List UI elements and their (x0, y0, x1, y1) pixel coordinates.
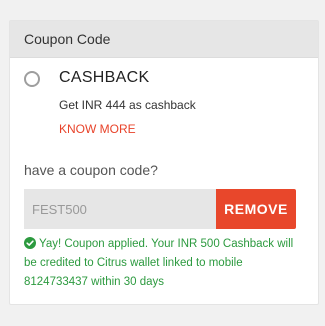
coupon-code-input[interactable] (24, 189, 216, 229)
cashback-description: Get INR 444 as cashback (59, 98, 196, 112)
coupon-prompt: have a coupon code? (24, 162, 158, 178)
radio-unselected-icon[interactable] (24, 71, 40, 87)
check-circle-icon (24, 237, 36, 249)
success-text: Yay! Coupon applied. Your INR 500 Cashba… (24, 238, 294, 288)
panel-title: Coupon Code (24, 31, 111, 47)
know-more-link[interactable]: KNOW MORE (59, 122, 136, 136)
coupon-row: REMOVE (24, 189, 296, 229)
cashback-option[interactable]: CASHBACK Get INR 444 as cashback KNOW MO… (10, 58, 318, 138)
coupon-panel: Coupon Code CASHBACK Get INR 444 as cash… (9, 20, 319, 305)
cashback-title: CASHBACK (59, 69, 150, 86)
remove-coupon-button[interactable]: REMOVE (216, 189, 296, 229)
coupon-success-message: Yay! Coupon applied. Your INR 500 Cashba… (24, 235, 309, 292)
panel-header: Coupon Code (10, 21, 318, 58)
